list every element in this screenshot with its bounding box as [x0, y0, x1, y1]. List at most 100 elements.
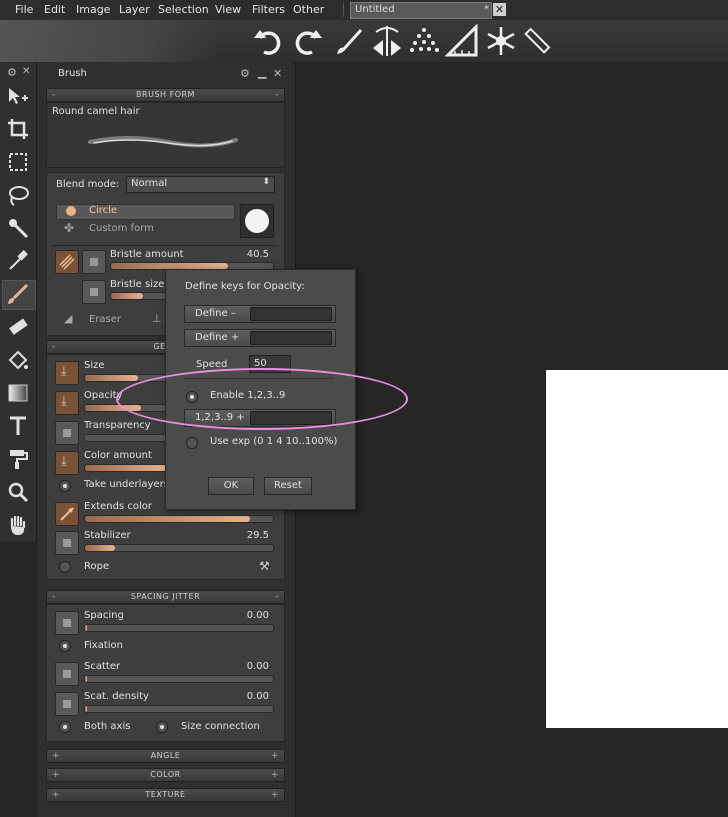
tools-close-icon[interactable]: ✕ [22, 66, 30, 77]
hand-icon[interactable] [6, 513, 30, 537]
define-minus-button[interactable]: Define – [184, 305, 336, 323]
menu-layer[interactable]: Layer [119, 3, 150, 16]
move-icon[interactable] [6, 84, 30, 108]
rope-radio[interactable] [59, 561, 71, 573]
panel-settings-icon[interactable]: ⚙ [240, 67, 250, 80]
menu-filters[interactable]: Filters [252, 3, 285, 16]
zoom-icon[interactable] [6, 480, 30, 504]
brush-preset-icon[interactable] [333, 24, 367, 58]
section-texture[interactable]: + TEXTURE + [46, 788, 285, 802]
bristle-brush-icon[interactable] [55, 250, 79, 274]
define-plus-key-field[interactable] [250, 331, 332, 345]
spacing-label: Spacing [84, 610, 124, 621]
undo-icon[interactable] [252, 24, 286, 58]
blend-mode-select[interactable]: Normal ⬍ [126, 176, 275, 193]
spacing-slider[interactable] [84, 624, 274, 632]
scat-density-fill [85, 706, 87, 712]
pressure-down-icon: ⤓ [61, 454, 67, 469]
scat-density-label: Scat. density [84, 691, 149, 702]
scatter-value: 0.00 [246, 661, 269, 672]
redo-icon[interactable] [290, 24, 324, 58]
stabilizer-toggle[interactable] [55, 531, 79, 555]
ok-button[interactable]: OK [208, 477, 254, 495]
use-exp-radio[interactable] [186, 437, 198, 449]
eyedropper-icon[interactable] [6, 249, 30, 273]
color-amount-pressure-toggle[interactable]: ⤓ [55, 451, 79, 475]
eraser-small-icon: ◢ [64, 312, 73, 325]
section-brush-form-label: BRUSH FORM [136, 90, 195, 99]
image-canvas[interactable] [546, 370, 728, 728]
section-angle[interactable]: + ANGLE + [46, 749, 285, 763]
define-plus-label: Define + [195, 332, 240, 343]
both-axis-radio[interactable] [59, 721, 71, 733]
gradient-icon[interactable] [6, 381, 30, 405]
section-spacing-jitter[interactable]: - SPACING JITTER - [46, 590, 285, 604]
close-tab-icon[interactable]: ✕ [493, 3, 506, 16]
scatter-slider[interactable] [84, 675, 274, 683]
menu-selection[interactable]: Selection [158, 3, 209, 16]
shape-circle-option[interactable] [56, 204, 235, 220]
fixation-radio[interactable] [59, 640, 71, 652]
scatter-toggle[interactable] [55, 662, 79, 686]
take-underlayers-radio[interactable] [59, 480, 71, 492]
bristle-amount-toggle[interactable] [82, 250, 106, 274]
lasso-icon[interactable] [6, 183, 30, 207]
toolbar-highlight [0, 20, 215, 62]
size-connection-radio[interactable] [156, 721, 168, 733]
chevron-updown-icon: ⬍ [262, 177, 270, 187]
paint-roller-icon[interactable] [6, 447, 30, 471]
scatter-icon[interactable] [407, 24, 441, 58]
panel-minimize-icon[interactable]: ▁ [258, 66, 266, 79]
menu-other[interactable]: Other [293, 3, 324, 16]
ruler-triangle-icon[interactable] [445, 24, 479, 58]
fill-bucket-icon[interactable] [6, 348, 30, 372]
stamp-icon[interactable]: ⊥ [152, 312, 162, 325]
eraser-label[interactable]: Eraser [89, 314, 121, 325]
custom-form-label[interactable]: Custom form [89, 223, 154, 234]
tools-settings-icon[interactable]: ⚙ [7, 66, 17, 79]
size-connection-label: Size connection [181, 721, 260, 732]
spacing-toggle[interactable] [55, 611, 79, 635]
document-tab-title: Untitled [355, 4, 395, 15]
ruler-icon[interactable] [520, 24, 554, 58]
document-tab[interactable]: Untitled * [350, 2, 492, 19]
section-expand-marker: + [270, 770, 279, 780]
bristle-size-toggle[interactable] [82, 280, 106, 304]
stabilizer-slider[interactable] [84, 544, 274, 552]
section-brush-form[interactable]: - BRUSH FORM - [46, 88, 285, 102]
define-plus-button[interactable]: Define + [184, 329, 336, 347]
section-collapse-marker: - [275, 592, 279, 602]
scat-density-toggle[interactable] [55, 692, 79, 716]
opacity-pressure-toggle[interactable]: ⤓ [55, 391, 79, 415]
magic-wand-icon[interactable] [6, 216, 30, 240]
section-expand-marker: + [52, 751, 61, 761]
panel-close-icon[interactable]: ✕ [273, 67, 282, 80]
define-minus-key-field[interactable] [250, 307, 332, 321]
marquee-select-icon[interactable] [6, 150, 30, 174]
extends-color-slider[interactable] [84, 515, 274, 523]
brush-icon[interactable] [6, 282, 30, 306]
symmetry-icon[interactable] [370, 24, 404, 58]
size-fill [85, 375, 138, 381]
size-pressure-toggle[interactable]: ⤓ [55, 361, 79, 385]
text-icon[interactable] [6, 414, 30, 438]
transparency-toggle[interactable] [55, 421, 79, 445]
reset-button[interactable]: Reset [264, 477, 312, 495]
color-amount-fill [85, 465, 170, 471]
size-label: Size [84, 360, 105, 371]
spacing-fill [85, 625, 87, 631]
brush-tip-preview[interactable] [240, 204, 274, 238]
section-color[interactable]: + COLOR + [46, 768, 285, 782]
menu-image[interactable]: Image [76, 3, 110, 16]
eraser-icon[interactable] [6, 315, 30, 339]
tools-wrench-icon[interactable]: ⚒ [259, 559, 270, 573]
crop-icon[interactable] [6, 117, 30, 141]
menu-divider [343, 3, 344, 17]
section-color-label: COLOR [150, 770, 181, 779]
snowflake-icon[interactable] [484, 24, 518, 58]
scat-density-slider[interactable] [84, 705, 274, 713]
menu-view[interactable]: View [215, 3, 241, 16]
extends-color-toggle[interactable] [55, 502, 79, 526]
menu-file[interactable]: File [15, 3, 33, 16]
menu-edit[interactable]: Edit [44, 3, 65, 16]
